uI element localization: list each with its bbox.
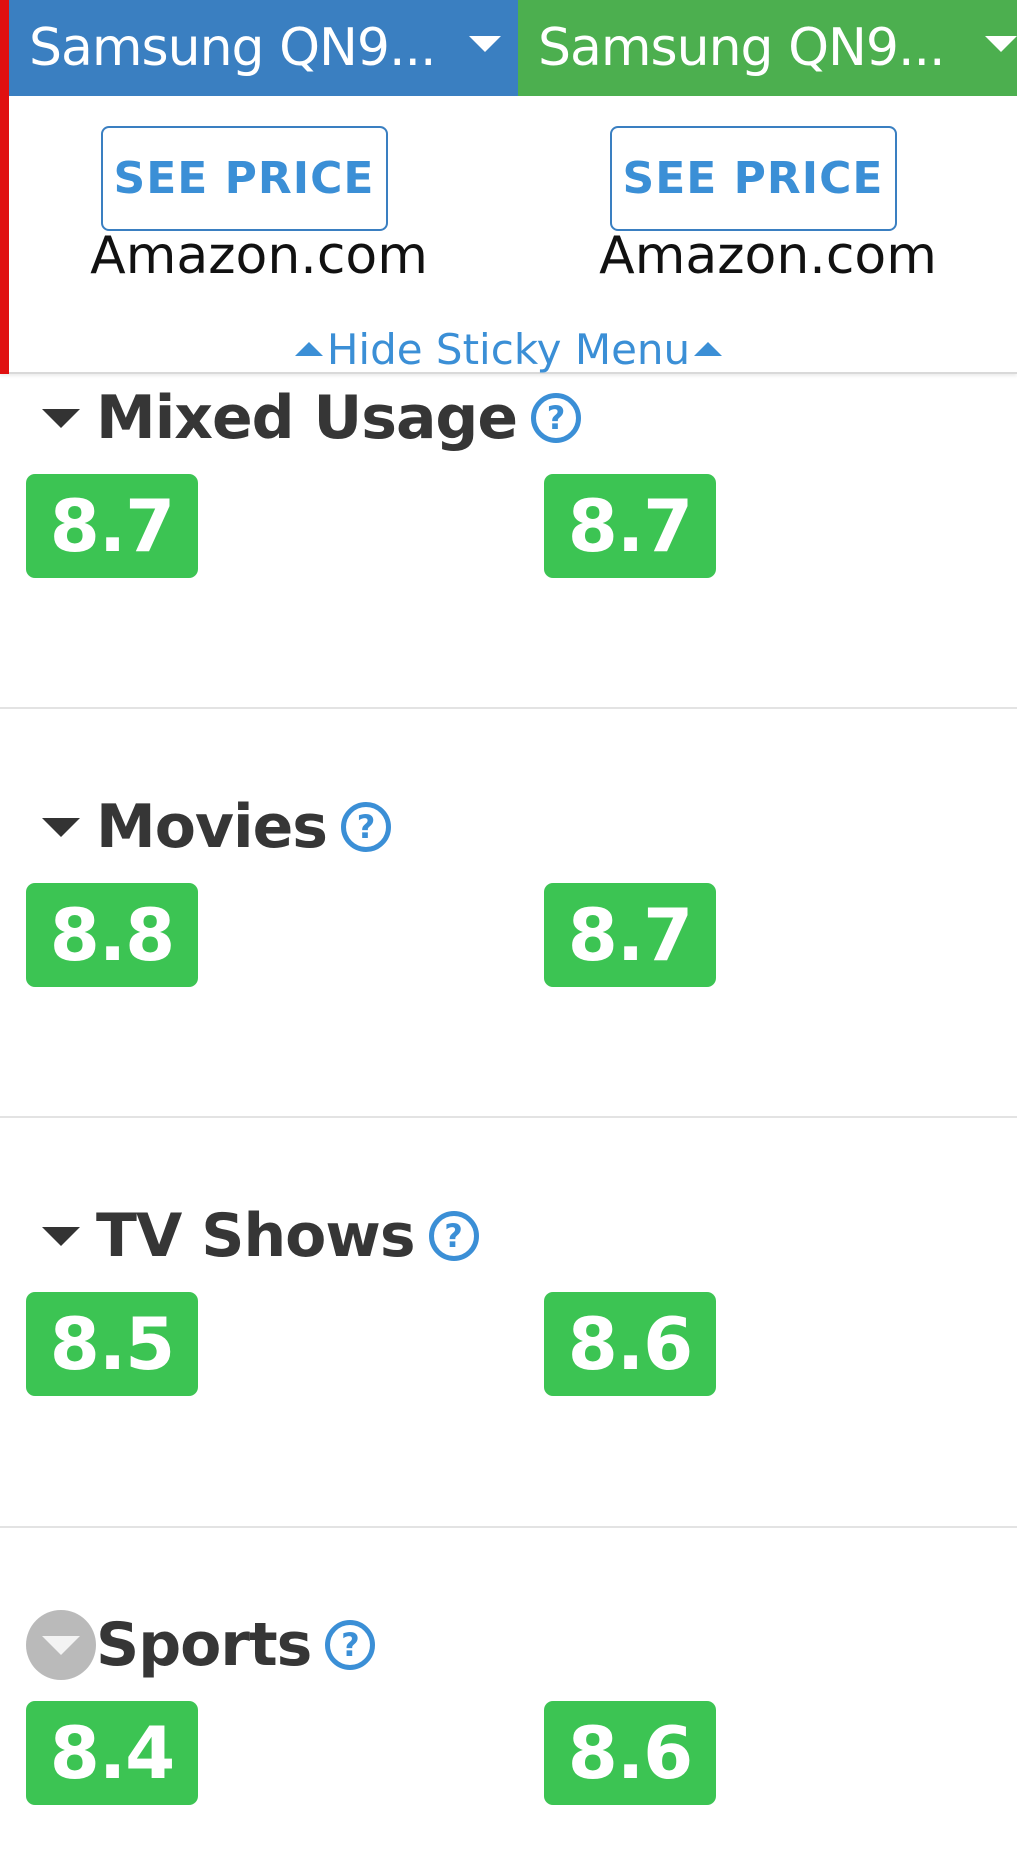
score-badge-right: 8.6 bbox=[544, 1701, 716, 1805]
see-price-button-left[interactable]: SEE PRICE bbox=[100, 126, 388, 231]
help-icon[interactable]: ? bbox=[325, 1620, 376, 1670]
score-badge-left: 8.4 bbox=[26, 1701, 198, 1805]
accent-bar bbox=[0, 0, 9, 374]
chevron-down-icon[interactable] bbox=[469, 36, 501, 52]
comparison-page: Samsung QN9... Samsung QN9... SEE PRICE … bbox=[0, 0, 1017, 1851]
retailer-name-right[interactable]: Amazon.com bbox=[568, 226, 968, 286]
price-column-right: SEE PRICE Amazon.com bbox=[571, 126, 971, 286]
section-header[interactable]: Sports ? bbox=[26, 1610, 376, 1680]
product-name-right: Samsung QN9... bbox=[538, 18, 946, 78]
hide-sticky-menu-link[interactable]: Hide Sticky Menu bbox=[0, 322, 1017, 378]
hide-sticky-menu-label: Hide Sticky Menu bbox=[326, 325, 691, 374]
triangle-up-icon bbox=[294, 341, 323, 356]
product-selector-right[interactable]: Samsung QN9... bbox=[518, 0, 1017, 96]
triangle-up-icon bbox=[694, 341, 723, 356]
chevron-down-icon[interactable] bbox=[985, 36, 1017, 52]
section-title: Sports bbox=[96, 1610, 312, 1680]
sticky-menu: Samsung QN9... Samsung QN9... SEE PRICE … bbox=[0, 0, 1017, 374]
collapse-caret-icon[interactable] bbox=[26, 1610, 96, 1680]
price-column-left: SEE PRICE Amazon.com bbox=[62, 126, 462, 286]
retailer-name-left[interactable]: Amazon.com bbox=[59, 226, 459, 286]
product-selector-left[interactable]: Samsung QN9... bbox=[9, 0, 518, 96]
product-name-left: Samsung QN9... bbox=[29, 18, 437, 78]
see-price-button-right[interactable]: SEE PRICE bbox=[609, 126, 897, 231]
